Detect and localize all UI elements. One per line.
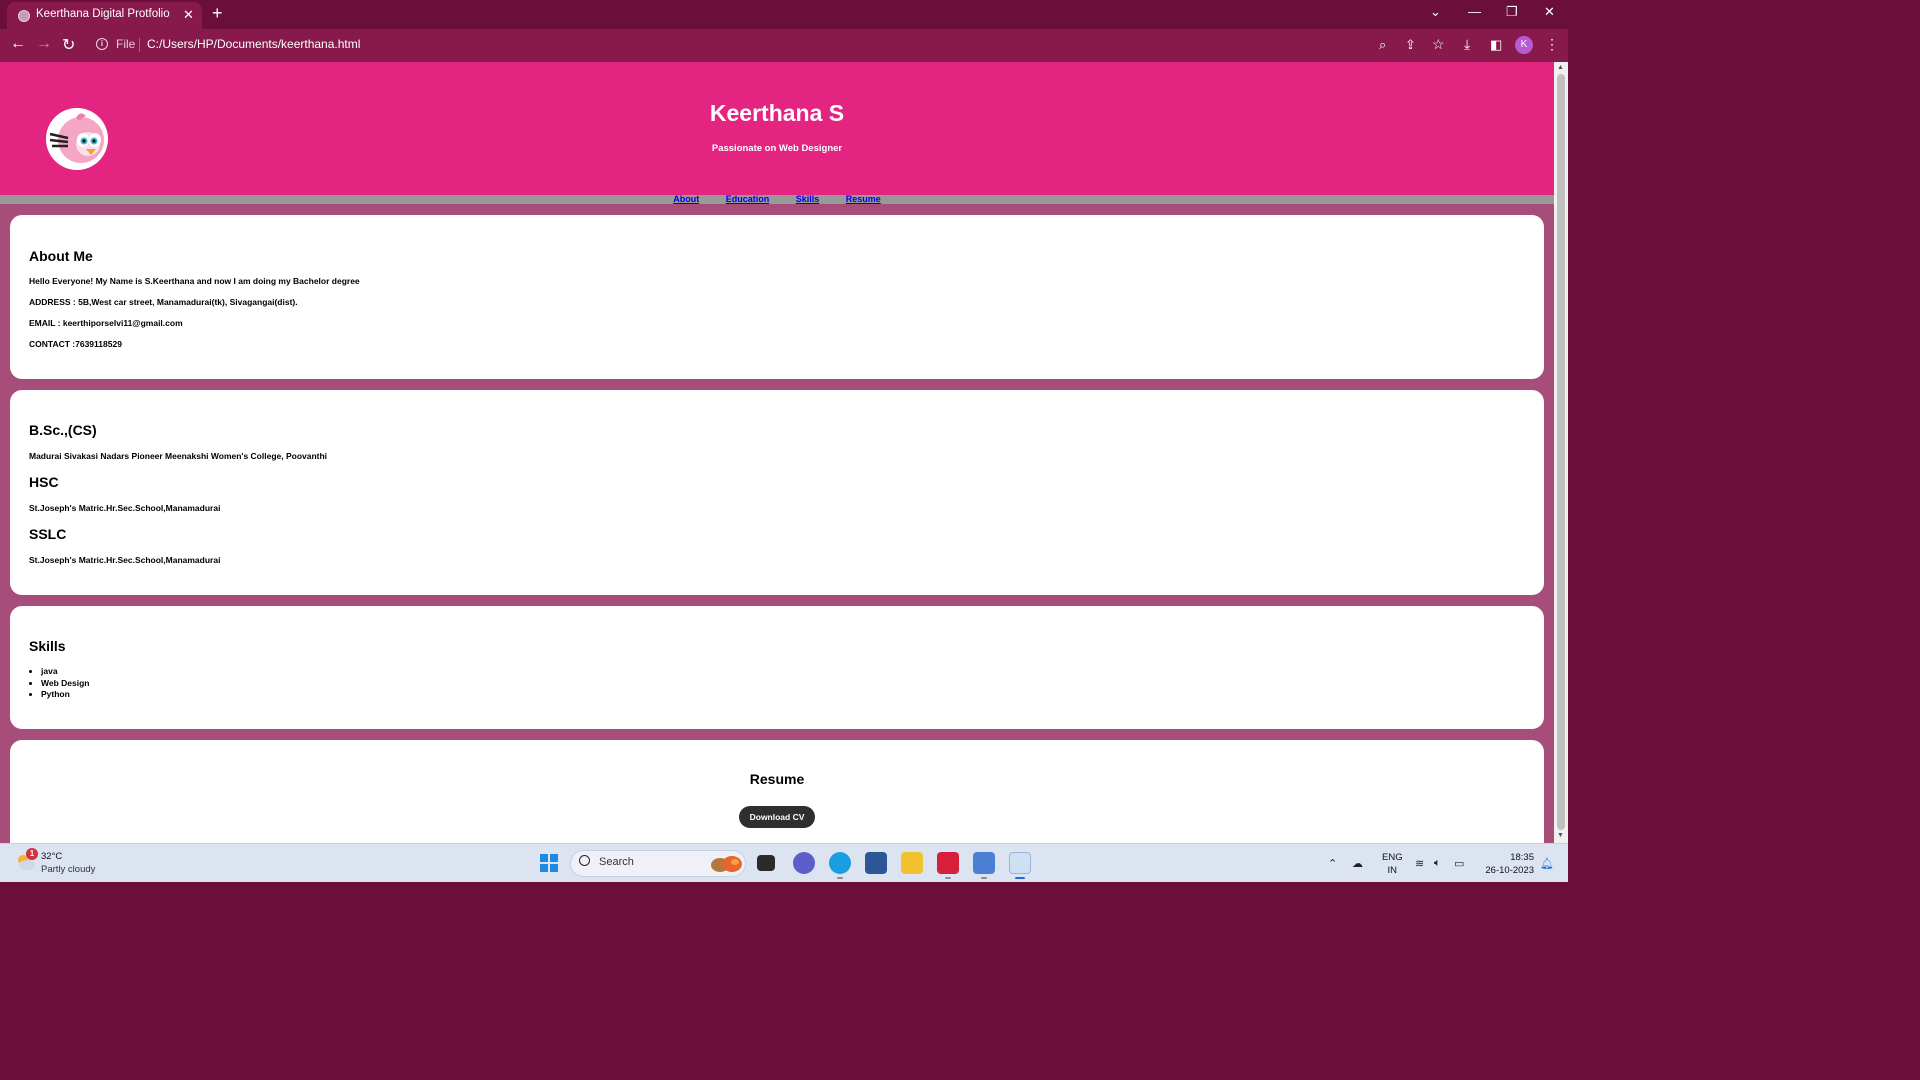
forward-icon[interactable]: → (36, 35, 52, 53)
site-tagline: Passionate on Web Designer (711, 143, 843, 154)
degree-heading: B.Sc.,(CS) (29, 422, 97, 438)
search-icon (579, 855, 590, 866)
about-address: ADDRESS : 5B,West car street, Manamadura… (29, 297, 298, 307)
os-taskbar: 1 32°C Partly cloudy Search ⌃ ☁ ENG IN ≋… (0, 843, 1568, 882)
resume-section: Resume Download CV (10, 740, 1544, 843)
weather-description[interactable]: Partly cloudy (41, 864, 95, 875)
notification-bell-icon[interactable]: 🔔︎ (1540, 857, 1554, 870)
mcafee-icon[interactable] (937, 852, 959, 874)
nav-link-education[interactable]: Education (726, 194, 770, 204)
clock-date: 26-10-2023 (1485, 865, 1534, 876)
language-code: ENG (1382, 852, 1403, 863)
degree-school: Madurai Sivakasi Nadars Pioneer Meenaksh… (29, 451, 328, 461)
search-highlight-icon[interactable] (708, 854, 744, 873)
wifi-icon[interactable]: ≋ (1415, 857, 1424, 870)
edge-browser-icon[interactable] (829, 852, 851, 874)
scroll-thumb[interactable] (1557, 74, 1565, 830)
show-hidden-icons-chevron-icon[interactable]: ⌃ (1328, 857, 1337, 870)
weather-notification-badge: 1 (26, 848, 38, 860)
sslc-school: St.Joseph's Matric.Hr.Sec.School,Manamad… (29, 555, 221, 565)
page-scrollbar[interactable]: ▲ ▼ (1554, 62, 1568, 843)
download-cv-button[interactable]: Download CV (739, 806, 815, 828)
active-indicator (1015, 877, 1025, 879)
word-icon[interactable] (865, 852, 887, 874)
hsc-heading: HSC (29, 474, 59, 490)
about-section: About Me Hello Everyone! My Name is S.Ke… (10, 215, 1544, 379)
nav-link-about[interactable]: About (673, 194, 699, 204)
task-view-icon[interactable] (757, 855, 775, 871)
taskbar-search-placeholder: Search (599, 856, 634, 868)
site-nav: About Education Skills Resume (0, 195, 1554, 204)
site-header: Keerthana S Passionate on Web Designer (0, 62, 1554, 195)
cloud-sync-icon[interactable]: ☁ (1352, 857, 1363, 870)
nav-link-resume[interactable]: Resume (846, 194, 881, 204)
browser-toolbar: ← → ↻ i File C:/Users/HP/Documents/keert… (0, 29, 1568, 62)
chrome-icon[interactable] (1009, 852, 1031, 874)
close-tab-icon[interactable]: ✕ (183, 7, 194, 23)
url-scheme-label: File (116, 37, 136, 51)
skills-section: Skills java Web Design Python (10, 606, 1544, 729)
windows-start-icon[interactable] (540, 854, 558, 872)
share-icon[interactable]: ⇪ (1405, 37, 1416, 53)
skills-heading: Skills (29, 638, 66, 654)
url-text[interactable]: C:/Users/HP/Documents/keerthana.html (147, 37, 360, 51)
bookmark-star-icon[interactable]: ☆ (1432, 36, 1445, 53)
sslc-heading: SSLC (29, 526, 67, 542)
restore-icon[interactable]: ❐ (1506, 4, 1518, 20)
running-indicator (945, 877, 951, 879)
teams-chat-icon[interactable] (793, 852, 815, 874)
about-email: EMAIL : keerthiporselvi11@gmail.com (29, 318, 183, 328)
about-contact: CONTACT :7639118529 (29, 339, 122, 349)
reload-icon[interactable]: ↻ (62, 35, 75, 55)
tab-title: Keerthana Digital Protfolio (36, 8, 170, 20)
tab-search-icon[interactable]: ⌄ (1430, 4, 1441, 20)
zoom-icon[interactable]: ⌕ (1379, 37, 1386, 53)
system-clock[interactable]: 18:35 26-10-2023 (1478, 851, 1534, 877)
close-window-icon[interactable]: ✕ (1544, 4, 1555, 20)
skills-list: java Web Design Python (41, 666, 90, 701)
globe-icon (18, 10, 30, 22)
menu-kebab-icon[interactable]: ⋮ (1545, 36, 1559, 53)
download-icon[interactable]: ⤓ (1464, 36, 1470, 53)
about-intro: Hello Everyone! My Name is S.Keerthana a… (29, 276, 360, 286)
battery-icon[interactable]: ▭ (1454, 857, 1464, 870)
volume-icon[interactable]: 🔈︎ (1434, 857, 1441, 870)
nav-link-skills[interactable]: Skills (796, 194, 820, 204)
url-separator (139, 38, 140, 52)
resume-heading: Resume (749, 771, 805, 787)
page-viewport: Keerthana S Passionate on Web Designer A… (0, 62, 1554, 843)
site-title: Keerthana S (709, 100, 845, 126)
new-tab-icon[interactable]: + (212, 3, 223, 24)
browser-tab[interactable]: Keerthana Digital Protfolio ✕ (7, 2, 202, 29)
scroll-up-arrow-icon[interactable]: ▲ (1557, 64, 1564, 71)
back-icon[interactable]: ← (10, 35, 26, 53)
skill-item: Python (41, 689, 90, 701)
temperature[interactable]: 32°C (41, 851, 62, 862)
about-heading: About Me (29, 248, 93, 264)
running-indicator (837, 877, 843, 879)
tab-strip: Keerthana Digital Protfolio ✕ + ⌄ — ❐ ✕ (0, 0, 1568, 29)
scroll-down-arrow-icon[interactable]: ▼ (1557, 832, 1564, 839)
notepad-icon[interactable] (973, 852, 995, 874)
site-info-icon[interactable]: i (96, 38, 108, 50)
hsc-school: St.Joseph's Matric.Hr.Sec.School,Manamad… (29, 503, 221, 513)
file-explorer-icon[interactable] (901, 852, 923, 874)
side-panel-icon[interactable]: ◧ (1490, 37, 1502, 53)
skill-item: Web Design (41, 678, 90, 690)
region-code: IN (1387, 865, 1398, 876)
education-section: B.Sc.,(CS) Madurai Sivakasi Nadars Pione… (10, 390, 1544, 595)
minimize-icon[interactable]: — (1468, 4, 1481, 19)
profile-avatar[interactable]: K (1515, 36, 1533, 54)
input-language[interactable]: ENG IN (1382, 851, 1403, 877)
clock-time: 18:35 (1510, 852, 1534, 863)
skill-item: java (41, 666, 90, 678)
running-indicator (981, 877, 987, 879)
